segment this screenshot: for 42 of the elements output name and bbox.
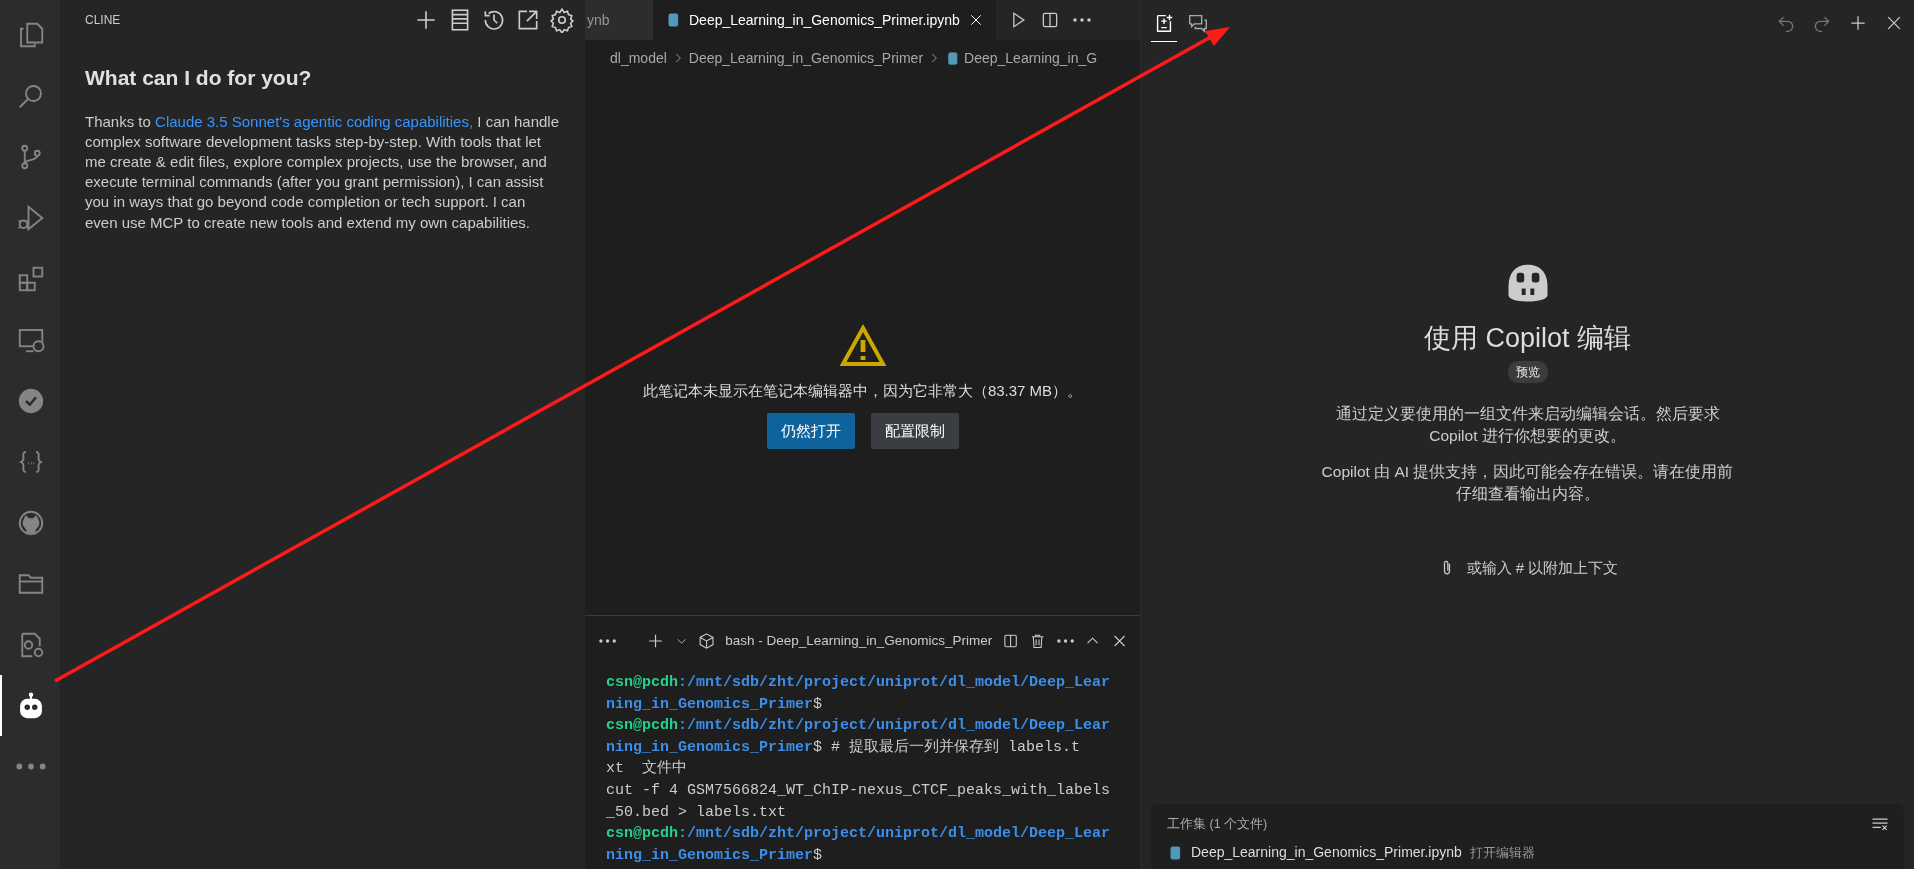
breadcrumb[interactable]: Deep_Learning_in_Genomics_Primer <box>688 47 924 69</box>
intro-paragraph: Thanks to Claude 3.5 Sonnet's agentic coding capabilities, I can handle complex software development tasks step-by-step. With tools that let me create & edit files, explore complex projects, use the browser, and execute terminal commands (after you grant permission), I can assist you in ways that go beyond code completion or tech support. I can even use MCP to create new tools and extend my own capabilities. <box>85 111 561 233</box>
terminal-line: csn@pcdh:/mnt/sdb/zht/project/uniprot/dl_model/Deep_Lear <box>606 824 1112 845</box>
button[interactable]: 配置限制 <box>870 412 959 449</box>
terminal-line: ning_in_Genomics_Primer$ <box>606 845 824 866</box>
settings-icon[interactable] <box>549 7 575 33</box>
breadcrumb[interactable]: Deep_Learning_in_G <box>964 47 1098 69</box>
editor-tab[interactable]: ynb <box>585 0 653 40</box>
editor-tab[interactable]: Deep_Learning_in_Genomics_Primer.ipynb <box>653 0 996 40</box>
more-icon[interactable] <box>1056 639 1074 643</box>
panel-title: CLINE <box>85 12 121 29</box>
notebook-icon <box>945 50 961 66</box>
badge-label: 预览 <box>1507 360 1548 383</box>
terminal-line: csn@pcdh:/mnt/sdb/zht/project/uniprot/dl_model/Deep_Lear <box>606 673 1112 693</box>
terminal-line: cut -f 4 GSM7566824_WT_ChIP-nexus_CTCF_peaks_with_labels <box>606 780 1112 801</box>
plus-icon[interactable] <box>1848 13 1868 33</box>
notebook-icon <box>665 12 681 28</box>
breadcrumb[interactable]: dl_model <box>610 47 667 69</box>
terminal-line: ning_in_Genomics_Primer$ <box>606 694 824 715</box>
more-icon[interactable] <box>599 639 617 643</box>
terminal-tab[interactable]: bash - Deep_Learning_in_Genomics_Primer <box>725 630 993 652</box>
more-icon[interactable] <box>1071 18 1092 22</box>
paragraph: Copilot 由 AI 提供支持，因此可能会存在错误。请在使用前仔细查看输出内容。 <box>1320 461 1735 504</box>
more-icon <box>16 763 46 770</box>
link[interactable]: Claude 3.5 Sonnet's agentic coding capabilities, <box>155 112 474 130</box>
split-icon[interactable] <box>1002 632 1020 650</box>
chat-icon <box>1187 12 1209 35</box>
terminal-line: _50.bed > labels.txt <box>606 802 788 823</box>
file-name[interactable]: Deep_Learning_in_Genomics_Primer.ipynb <box>1191 842 1462 863</box>
button[interactable]: 仍然打开 <box>766 412 855 449</box>
notice-message: 此笔记本未显示在笔记本编辑器中，因为它非常大（83.37 MB）。 <box>642 381 1083 401</box>
terminal-line: ning_in_Genomics_Primer$ # 提取最后一列并保存到 labels.t <box>606 737 1082 758</box>
notebook-icon <box>1167 844 1183 861</box>
cube-icon <box>698 632 716 650</box>
paragraph: 通过定义要使用的一组文件来启动编辑会话。然后要求 Copilot 进行你想要的更改。 <box>1334 403 1721 446</box>
heading: What can I do for you? <box>85 65 313 91</box>
hint-text: 或输入 # 以附加上下文 <box>1466 557 1619 578</box>
open-editor-link[interactable]: 打开编辑器 <box>1469 842 1535 863</box>
title: 使用 Copilot 编辑 <box>1423 322 1632 355</box>
terminal-line: csn@pcdh:/mnt/sdb/zht/project/uniprot/dl_model/Deep_Lear <box>606 716 1112 737</box>
working-set-title: 工作集 (1 个文件) <box>1167 815 1268 833</box>
terminal-line: xt 文件中 <box>606 758 688 780</box>
